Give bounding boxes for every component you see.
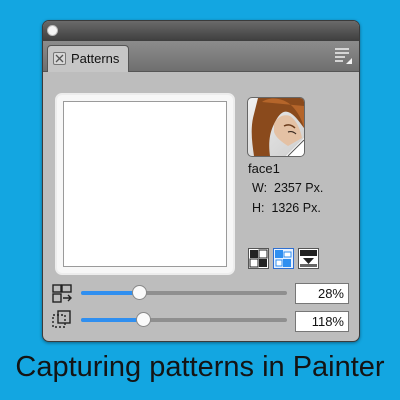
panel-close-button[interactable] bbox=[47, 25, 58, 36]
pattern-height: H: 1326 Px. bbox=[252, 201, 321, 215]
rectangular-tile-icon bbox=[249, 249, 268, 268]
scale-value-field[interactable]: 28% bbox=[295, 283, 349, 304]
horizontal-offset-button[interactable] bbox=[273, 248, 294, 269]
caption-text: Capturing patterns in Painter bbox=[15, 351, 385, 383]
vertical-offset-icon bbox=[300, 250, 317, 267]
panel-menu-icon[interactable] bbox=[332, 45, 354, 67]
offset-value-field[interactable]: 118% bbox=[295, 311, 349, 332]
scale-slider-fill bbox=[81, 291, 139, 295]
scale-slider-knob[interactable] bbox=[132, 285, 147, 300]
tab-label: Patterns bbox=[71, 51, 120, 66]
offset-slider-fill bbox=[81, 318, 143, 322]
face-portrait-icon bbox=[251, 98, 304, 156]
panel-tabbar: Patterns bbox=[43, 41, 359, 72]
pattern-name: face1 bbox=[248, 161, 280, 176]
tile-mode-group bbox=[248, 248, 320, 269]
patterns-panel: Patterns face1 W: 2357 Px. H: 1326 Px. 2… bbox=[42, 20, 360, 342]
tab-close-icon[interactable] bbox=[53, 52, 66, 65]
scale-slider[interactable] bbox=[81, 285, 287, 301]
rectangular-tile-button[interactable] bbox=[248, 248, 269, 269]
vertical-offset-button[interactable] bbox=[298, 248, 319, 269]
pattern-preview-canvas bbox=[63, 101, 227, 267]
offset-slider[interactable] bbox=[81, 312, 287, 328]
horizontal-offset-icon bbox=[275, 250, 292, 267]
offset-pattern-icon bbox=[52, 310, 71, 328]
tab-patterns[interactable]: Patterns bbox=[47, 45, 129, 72]
pattern-thumbnail[interactable] bbox=[247, 97, 305, 157]
scale-pattern-icon bbox=[52, 284, 72, 303]
panel-titlebar[interactable] bbox=[43, 21, 359, 41]
offset-slider-knob[interactable] bbox=[136, 312, 151, 327]
pattern-width: W: 2357 Px. bbox=[252, 181, 324, 195]
pattern-preview-frame bbox=[55, 93, 235, 275]
